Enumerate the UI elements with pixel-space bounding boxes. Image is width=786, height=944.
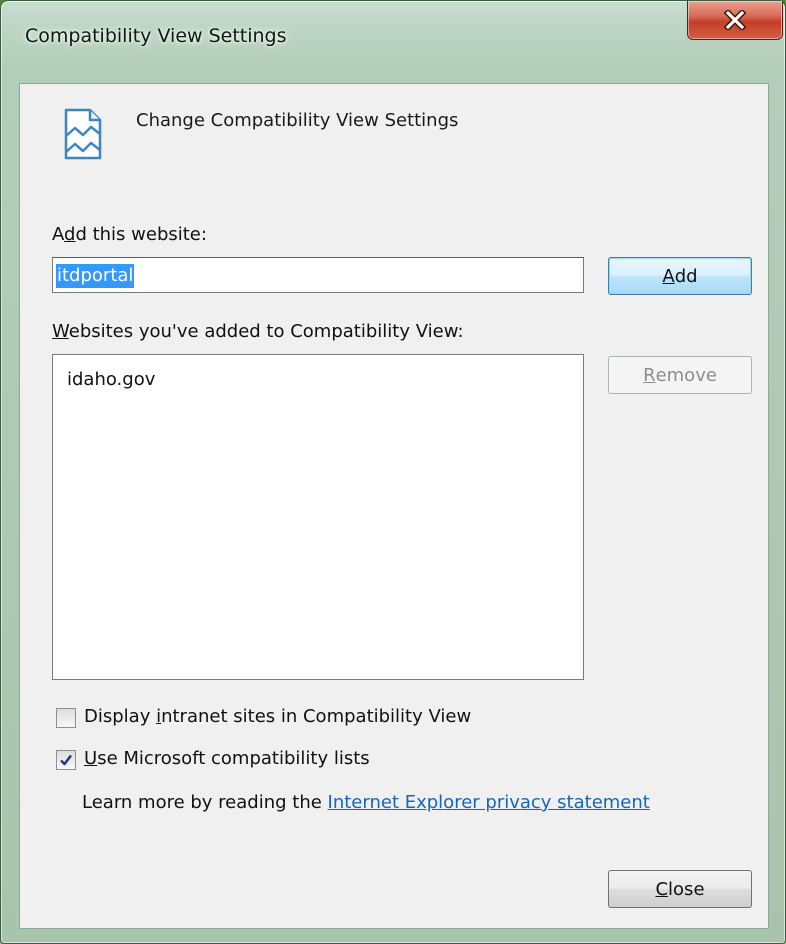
websites-list-label-post: ebsites you've added to Compatibility Vi… [68,321,464,342]
intranet-checkbox-label[interactable]: Display intranet sites in Compatibility … [84,706,471,727]
remove-button[interactable]: Remove [608,356,752,394]
add-website-label-pre: A [52,224,64,245]
websites-listbox[interactable]: idaho.gov [52,354,584,680]
intranet-checkbox[interactable] [56,708,76,728]
dialog-client-area: Change Compatibility View Settings Add t… [19,83,769,929]
add-button-rest: dd [674,265,698,287]
close-button-rest: lose [668,878,705,900]
close-x-icon [724,10,746,30]
window-title: Compatibility View Settings [25,25,287,47]
privacy-statement-link[interactable]: Internet Explorer privacy statement [328,792,650,813]
learn-more-text: Learn more by reading the Internet Explo… [82,792,650,813]
dialog-window: Compatibility View Settings Change Compa… [0,0,786,944]
ms-compat-lists-checkbox[interactable] [56,750,76,770]
ms-lists-label-accel: U [84,748,98,769]
add-website-input[interactable]: itdportal [52,257,584,293]
checkmark-icon [60,754,73,766]
add-website-label-accel: d [64,224,76,245]
title-bar[interactable]: Compatibility View Settings [1,1,785,83]
websites-list-label: Websites you've added to Compatibility V… [52,321,464,342]
add-button-accel: A [662,265,675,287]
add-button[interactable]: Add [608,257,752,295]
list-item[interactable]: idaho.gov [67,369,155,390]
add-website-input-value: itdportal [56,264,135,288]
add-website-label-post: d this website: [75,224,207,245]
window-close-button[interactable] [687,1,783,40]
remove-button-accel: R [643,364,656,386]
close-button[interactable]: Close [608,870,752,908]
compatibility-view-icon [64,108,102,160]
ms-compat-lists-label[interactable]: Use Microsoft compatibility lists [84,748,370,769]
close-button-accel: C [655,878,669,900]
intranet-label-pre: Display [84,706,157,727]
remove-button-rest: emove [655,364,717,386]
add-website-label: Add this website: [52,224,207,245]
header-text: Change Compatibility View Settings [136,110,459,131]
intranet-label-post: ntranet sites in Compatibility View [161,706,472,727]
ms-lists-label-post: se Microsoft compatibility lists [97,748,370,769]
learn-more-prefix: Learn more by reading the [82,792,328,813]
websites-list-label-accel: W [52,321,69,342]
